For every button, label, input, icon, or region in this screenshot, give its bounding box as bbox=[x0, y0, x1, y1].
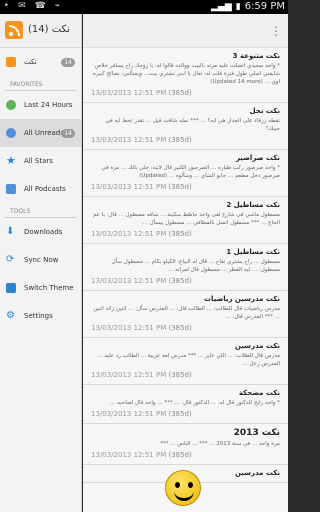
article-snippet: مدرس قال للطلاب: ... اللي عايز ... *** م… bbox=[97, 353, 280, 367]
notification-icons: ‣ ✉ ☎ ⌁ bbox=[4, 1, 64, 11]
article-age: (385d) bbox=[168, 230, 192, 238]
article-age: (385d) bbox=[168, 324, 192, 332]
article-age: (385d) bbox=[168, 277, 192, 285]
drawer-item-label: Downloads bbox=[24, 228, 63, 236]
article-item[interactable]: نكت مساطيل 1 مسطول ... راح يشتري تفاح ..… bbox=[83, 244, 288, 291]
article-title: نكت 2013 bbox=[233, 428, 280, 438]
article-snippet: مسطول ... راح يشتري تفاح ... قال له البي… bbox=[111, 259, 280, 273]
article-title: نكت صراصير bbox=[235, 154, 280, 162]
article-item[interactable]: نكت 2013 مرة واحد ... في سنة 2013 ... **… bbox=[83, 424, 288, 465]
drawer-item-last-24-hours[interactable]: Last 24 Hours bbox=[0, 91, 81, 119]
drawer-actionbar: نكت (14) bbox=[0, 14, 81, 48]
article-snippet: مدرس رياضيات قال للطالب: ... الطالب قال:… bbox=[93, 306, 280, 320]
feed-rss-icon bbox=[6, 57, 16, 67]
article-date: 13/03/2013 12:51 PM bbox=[91, 410, 167, 418]
article-snippet: مسطول ماشي في شارع لقى واحد حاطط سكينة .… bbox=[93, 212, 280, 226]
drawer-item-all-unreads[interactable]: All Unreads 14 bbox=[0, 119, 81, 147]
drawer-item-downloads[interactable]: ⬇ Downloads bbox=[0, 218, 81, 246]
drawer-item-label: All Stars bbox=[24, 157, 53, 165]
article-date: 13/03/2013 12:51 PM bbox=[91, 136, 167, 144]
status-right: ▂▄▆ ▮ 6:59 PM bbox=[211, 1, 285, 12]
article-item[interactable]: نكت نحل نقطه زرقاء على الجدار هي ايه؟ ..… bbox=[83, 103, 288, 150]
unread-count-badge: 14 bbox=[61, 58, 75, 67]
article-list-panel: ⋮ نكت متنوعة 3 * واحد صعيدي اتصلت عليه م… bbox=[83, 14, 288, 512]
article-snippet: نقطه زرقاء على الجدار هي ايه؟ ... *** نم… bbox=[105, 118, 281, 132]
article-title: نكت مضحكة bbox=[238, 389, 280, 397]
article-date: 13/03/2013 12:51 PM bbox=[91, 230, 167, 238]
article-title: نكت مساطيل 2 bbox=[226, 201, 280, 209]
article-item[interactable]: نكت مدرسين رياضيات مدرس رياضيات قال للطا… bbox=[83, 291, 288, 338]
article-date: 13/03/2013 12:51 PM bbox=[91, 371, 167, 379]
star-icon: ★ bbox=[6, 154, 16, 167]
article-item[interactable]: نكت متنوعة 3 * واحد صعيدي اتصلت عليه مرت… bbox=[83, 48, 288, 103]
article-date: 13/03/2013 12:51 PM bbox=[91, 277, 167, 285]
article-age: (385d) bbox=[168, 451, 192, 459]
tools-header: TOOLS bbox=[4, 203, 77, 218]
article-title: نكت نحل bbox=[249, 107, 280, 115]
article-meta: 13/03/2013 12:51 PM (385d) bbox=[91, 136, 280, 144]
podcast-icon bbox=[6, 184, 16, 194]
drawer-item-settings[interactable]: ⚙ Settings bbox=[0, 302, 81, 330]
drawer-item-label: نكت bbox=[24, 58, 37, 66]
article-date: 13/03/2013 12:51 PM bbox=[91, 324, 167, 332]
article-snippet: * واحد صرصور ركب طياره ... الصرصور الكبي… bbox=[101, 165, 280, 179]
article-title: نكت مدرسين bbox=[235, 342, 280, 350]
drawer-item-label: Sync Now bbox=[24, 256, 59, 264]
article-meta: 13/03/2013 12:51 PM (385d) bbox=[91, 451, 280, 459]
article-age: (385d) bbox=[168, 183, 192, 191]
drawer-item-all-podcasts[interactable]: All Podcasts bbox=[0, 175, 81, 203]
article-title: نكت مساطيل 1 bbox=[226, 248, 280, 256]
article-title: نكت متنوعة 3 bbox=[232, 52, 280, 60]
status-bar: ‣ ✉ ☎ ⌁ ▂▄▆ ▮ 6:59 PM bbox=[0, 0, 288, 14]
content-actionbar: ⋮ bbox=[83, 14, 288, 48]
article-meta: 13/03/2013 12:51 PM (385d) bbox=[91, 410, 280, 418]
article-meta: 13/03/2013 12:51 PM (385d) bbox=[91, 277, 280, 285]
article-item[interactable]: نكت صراصير * واحد صرصور ركب طياره ... ال… bbox=[83, 150, 288, 197]
sync-icon: ⟳ bbox=[6, 254, 15, 265]
theme-icon bbox=[6, 283, 16, 293]
article-snippet: مرة واحد ... في سنة 2013 ... *** ... الن… bbox=[160, 441, 280, 447]
drawer-item-label: Settings bbox=[24, 312, 53, 320]
article-meta: 13/03/2013 12:51 PM (385d) bbox=[91, 89, 280, 97]
article-item[interactable]: نكت مضحكة * واحد رايح للدكتور قال له: ..… bbox=[83, 385, 288, 424]
drawer-item-label: All Unreads bbox=[24, 129, 64, 137]
favorites-header: FAVORITES bbox=[4, 76, 77, 91]
overflow-menu-icon[interactable]: ⋮ bbox=[270, 24, 282, 38]
rss-icon[interactable] bbox=[5, 21, 23, 39]
article-date: 13/03/2013 12:51 PM bbox=[91, 89, 167, 97]
drawer-item-feed[interactable]: نكت 14 bbox=[0, 48, 81, 76]
article-age: (385d) bbox=[168, 136, 192, 144]
smiley-face-image bbox=[165, 470, 201, 506]
article-item[interactable]: نكت مدرسين مدرس قال للطلاب: ... اللي عاي… bbox=[83, 338, 288, 385]
article-title: نكت مدرسين رياضيات bbox=[203, 295, 280, 303]
unread-icon bbox=[6, 128, 16, 138]
article-snippet: * واحد رايح للدكتور قال له: ... الدكتور … bbox=[110, 400, 280, 406]
article-age: (385d) bbox=[168, 89, 192, 97]
navigation-drawer: نكت (14) نكت 14 FAVORITES Last 24 Hours … bbox=[0, 14, 82, 512]
clock-icon bbox=[6, 100, 16, 110]
article-meta: 13/03/2013 12:51 PM (385d) bbox=[91, 371, 280, 379]
article-meta: 13/03/2013 12:51 PM (385d) bbox=[91, 183, 280, 191]
settings-icon: ⚙ bbox=[6, 310, 15, 321]
drawer-item-switch-theme[interactable]: Switch Theme bbox=[0, 274, 81, 302]
article-date: 13/03/2013 12:51 PM bbox=[91, 183, 167, 191]
article-age: (385d) bbox=[168, 410, 192, 418]
drawer-item-label: Last 24 Hours bbox=[24, 101, 73, 109]
download-icon: ⬇ bbox=[6, 226, 15, 237]
unread-count-badge: 14 bbox=[61, 129, 75, 138]
article-snippet: * واحد صعيدي اتصلت عليه مرته بالبيت ووال… bbox=[92, 63, 280, 85]
article-item[interactable]: نكت مساطيل 2 مسطول ماشي في شارع لقى واحد… bbox=[83, 197, 288, 244]
signal-icon: ▂▄▆ bbox=[210, 1, 232, 12]
article-meta: 13/03/2013 12:51 PM (385d) bbox=[91, 324, 280, 332]
status-time: 6:59 PM bbox=[244, 1, 285, 12]
article-date: 13/03/2013 12:51 PM bbox=[91, 451, 167, 459]
feed-title: نكت (14) bbox=[28, 24, 70, 35]
drawer-item-sync-now[interactable]: ⟳ Sync Now bbox=[0, 246, 81, 274]
article-age: (385d) bbox=[168, 371, 192, 379]
drawer-item-label: Switch Theme bbox=[24, 284, 74, 292]
drawer-item-all-stars[interactable]: ★ All Stars bbox=[0, 147, 81, 175]
article-meta: 13/03/2013 12:51 PM (385d) bbox=[91, 230, 280, 238]
drawer-item-label: All Podcasts bbox=[24, 185, 66, 193]
battery-icon: ▮ bbox=[235, 1, 241, 12]
